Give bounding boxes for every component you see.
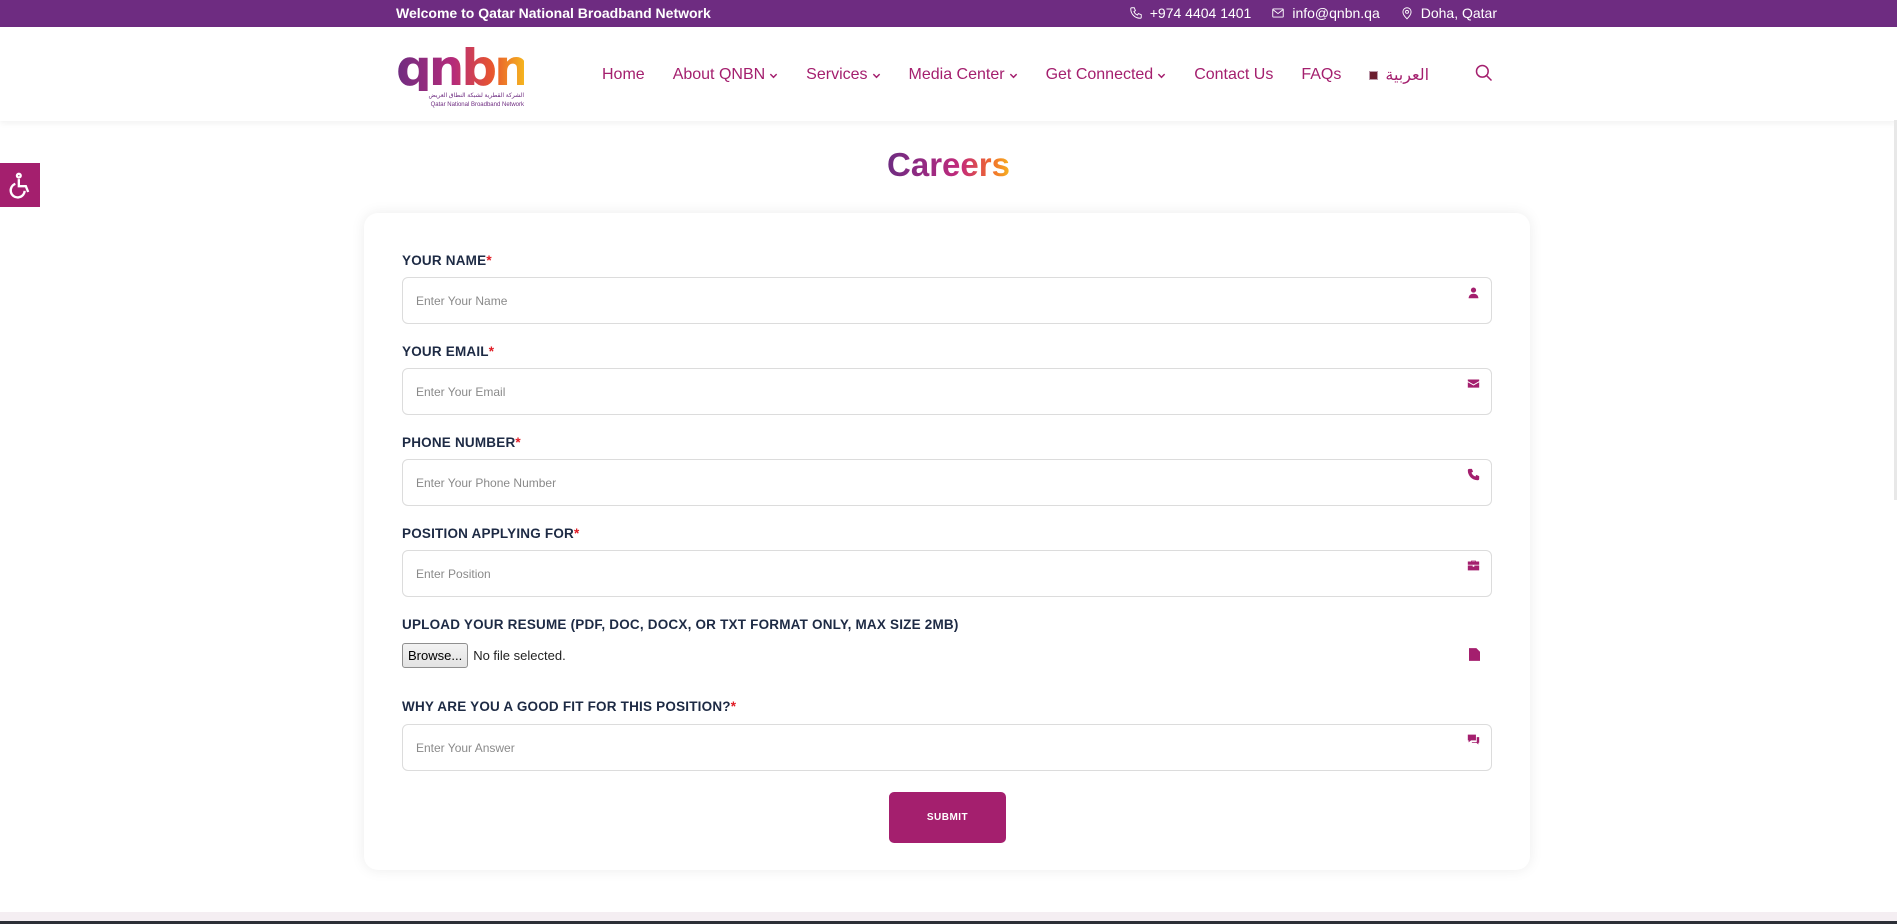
nav-get-connected-label: Get Connected — [1045, 66, 1154, 83]
comments-icon — [1467, 733, 1481, 747]
name-label-text: YOUR NAME — [402, 253, 487, 268]
chevron-down-icon — [872, 73, 880, 78]
phone-field[interactable] — [402, 459, 1492, 506]
phone-input[interactable] — [416, 460, 1491, 505]
name-label: YOUR NAME* — [402, 253, 492, 268]
nav-about[interactable]: About QNBN — [673, 66, 778, 84]
required-marker: * — [486, 253, 492, 268]
nav-get-connected[interactable]: Get Connected — [1046, 66, 1167, 84]
browse-button[interactable]: Browse... — [402, 642, 469, 668]
nav-media-center-label: Media Center — [908, 66, 1005, 83]
file-icon — [1469, 648, 1480, 666]
nav-services-label: Services — [806, 66, 868, 83]
footer-strip — [0, 912, 1897, 924]
email-label-text: YOUR EMAIL — [402, 344, 489, 359]
logo-tagline-en: Qatar National Broadband Network — [430, 102, 524, 108]
resume-upload: Browse... No file selected. — [402, 642, 1492, 668]
search-button[interactable] — [1474, 63, 1496, 85]
required-marker: * — [730, 699, 737, 714]
chevron-down-icon — [1158, 73, 1166, 78]
page-title-text: Careers — [887, 146, 1010, 183]
email-input[interactable] — [416, 369, 1491, 414]
position-field[interactable] — [402, 550, 1492, 597]
nav-contact-us-label: Contact Us — [1194, 66, 1274, 83]
phone-icon — [1130, 7, 1142, 19]
phone-contact[interactable]: +974 4404 1401 — [1129, 5, 1252, 21]
location-contact: Doha, Qatar — [1400, 5, 1497, 21]
email-field[interactable] — [402, 368, 1492, 415]
email-contact[interactable]: info@qnbn.qa — [1271, 5, 1380, 21]
email-text: info@qnbn.qa — [1292, 5, 1380, 21]
position-label: POSITION APPLYING FOR* — [402, 526, 579, 541]
location-pin-icon — [1402, 7, 1412, 20]
nav-home-label: Home — [602, 66, 645, 83]
nav-services[interactable]: Services — [806, 66, 880, 84]
envelope-icon — [1272, 8, 1285, 18]
name-input[interactable] — [416, 278, 1491, 323]
submit-button[interactable]: SUBMIT — [889, 792, 1006, 843]
phone-label: PHONE NUMBER* — [402, 435, 521, 450]
required-marker: * — [488, 344, 495, 359]
nav-media-center[interactable]: Media Center — [909, 66, 1018, 84]
page-title: Careers — [0, 146, 1897, 184]
briefcase-icon — [1467, 559, 1481, 573]
welcome-text: Welcome to Qatar National Broadband Netw… — [396, 5, 711, 21]
fit-field[interactable] — [402, 724, 1492, 771]
nav-faqs[interactable]: FAQs — [1301, 66, 1341, 84]
envelope-icon — [1467, 377, 1481, 391]
language-label: العربية — [1385, 67, 1430, 84]
nav-faqs-label: FAQs — [1301, 66, 1342, 83]
nav-about-label: About QNBN — [672, 66, 766, 83]
file-status: No file selected. — [473, 647, 566, 663]
contact-info: +974 4404 1401 info@qnbn.qa Doha, Qatar — [1129, 5, 1497, 21]
required-marker: * — [573, 526, 580, 541]
top-info-bar: Welcome to Qatar National Broadband Netw… — [0, 0, 1897, 27]
fit-label: WHY ARE YOU A GOOD FIT FOR THIS POSITION… — [402, 699, 736, 714]
chevron-down-icon — [1009, 73, 1017, 78]
search-icon — [1475, 64, 1493, 82]
careers-form: YOUR NAME* YOUR EMAIL* PHONE NUMBER* POS… — [364, 213, 1530, 870]
qnbn-logo[interactable]: qnbn الشركة القطرية لشبكة النطاق العريض … — [396, 39, 530, 115]
location-text: Doha, Qatar — [1420, 5, 1497, 21]
fit-label-text: WHY ARE YOU A GOOD FIT FOR THIS POSITION… — [402, 699, 731, 714]
resume-label: UPLOAD YOUR RESUME (PDF, DOC, DOCX, OR T… — [402, 617, 959, 632]
main-nav: Home About QNBN Services Media Center Ge… — [602, 65, 1429, 85]
position-label-text: POSITION APPLYING FOR — [402, 526, 574, 541]
nav-contact-us[interactable]: Contact Us — [1194, 66, 1273, 84]
flag-icon — [1369, 70, 1379, 80]
logo-mark: qnbn — [396, 39, 530, 97]
user-icon — [1467, 286, 1481, 300]
required-marker: * — [515, 435, 521, 450]
email-label: YOUR EMAIL* — [402, 344, 494, 359]
fit-input[interactable] — [416, 725, 1491, 770]
resume-label-text: UPLOAD YOUR RESUME (PDF, DOC, DOCX, OR T… — [402, 617, 959, 632]
site-header: qnbn الشركة القطرية لشبكة النطاق العريض … — [0, 27, 1897, 121]
name-field[interactable] — [402, 277, 1492, 324]
phone-icon — [1467, 468, 1481, 482]
phone-label-text: PHONE NUMBER — [402, 435, 516, 450]
position-input[interactable] — [416, 551, 1491, 596]
phone-text: +974 4404 1401 — [1149, 5, 1252, 21]
nav-home[interactable]: Home — [602, 66, 645, 84]
chevron-down-icon — [770, 73, 778, 78]
nav-language-switch[interactable]: العربية — [1369, 65, 1429, 85]
